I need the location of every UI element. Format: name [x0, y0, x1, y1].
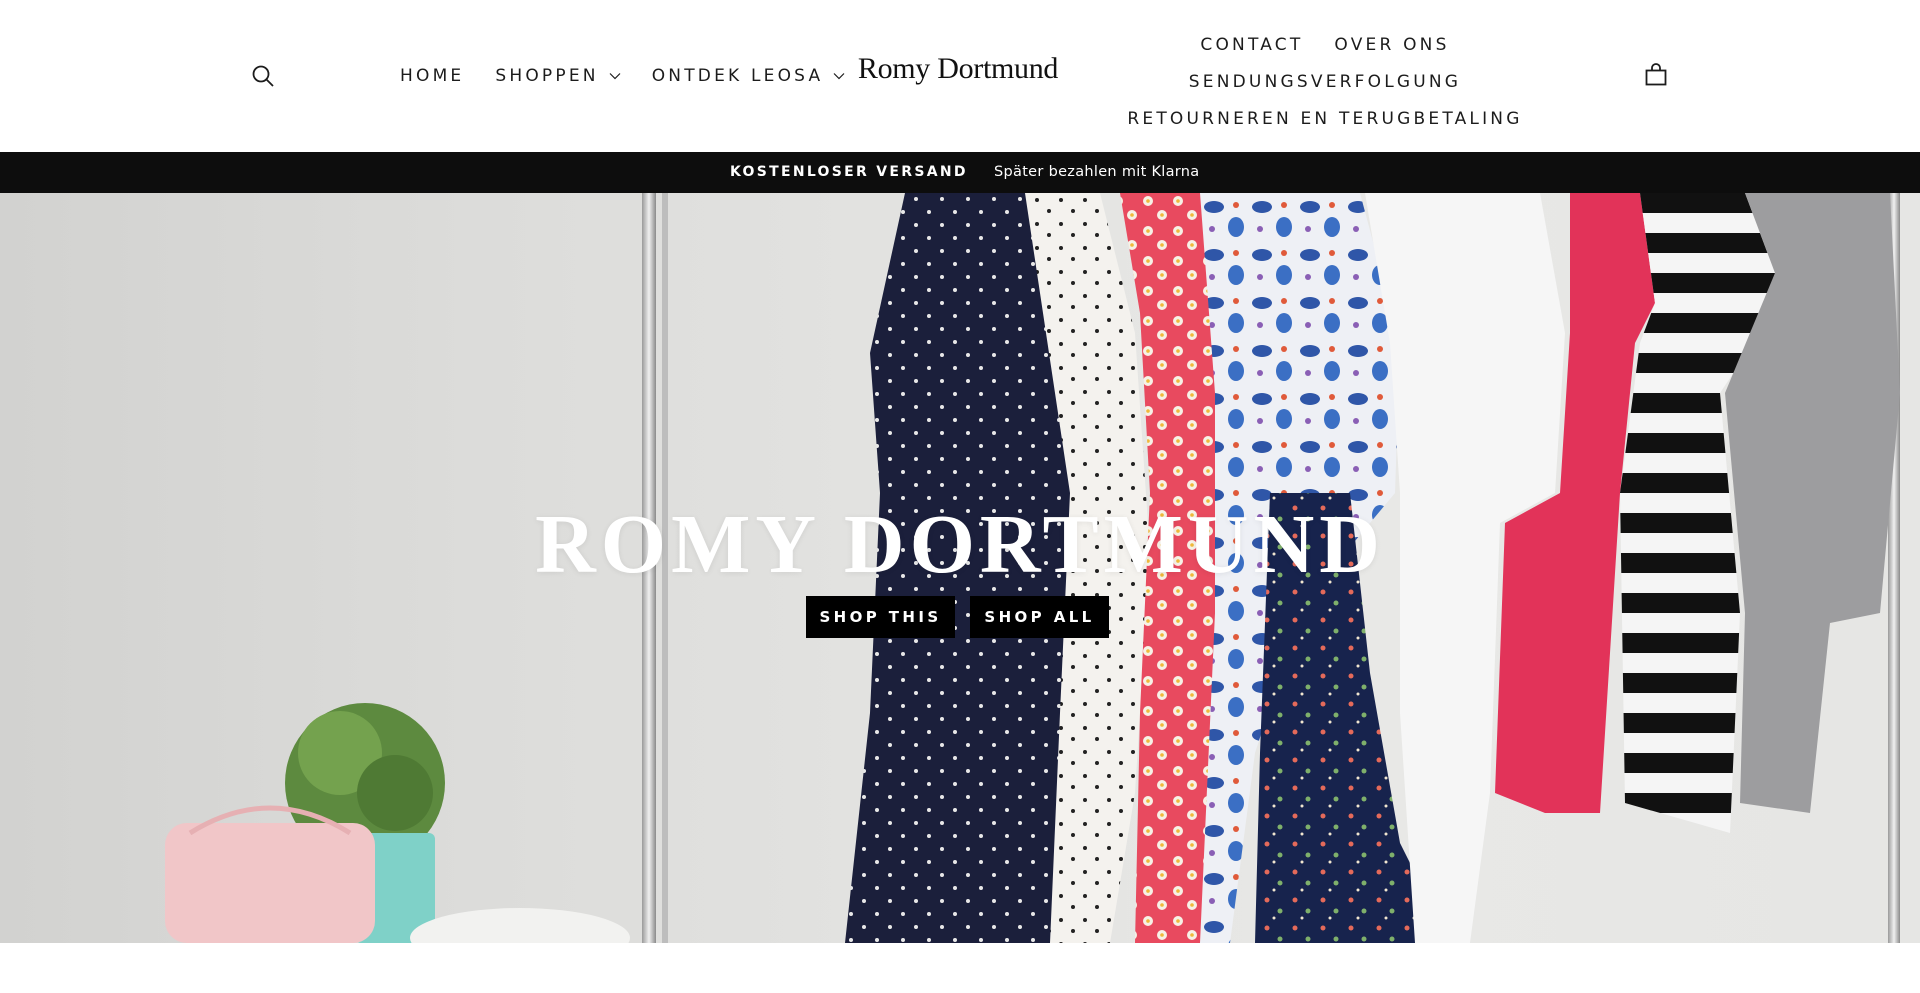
nav-ontdek-leosa[interactable]: ONTDEK LEOSA	[652, 66, 846, 86]
search-icon	[252, 65, 274, 87]
site-logo[interactable]: Romy Dortmund	[852, 52, 1064, 86]
nav-sendungsverfolgung[interactable]: SENDUNGSVERFOLGUNG	[1189, 72, 1461, 92]
nav-retourneren[interactable]: RETOURNEREN EN TERUGBETALING	[1127, 109, 1522, 129]
site-header: HOME SHOPPEN ONTDEK LEOSA Romy Dortmund …	[0, 0, 1920, 152]
secondary-nav-row-2: SENDUNGSVERFOLGUNG	[1100, 63, 1550, 100]
secondary-nav: CONTACT OVER ONS SENDUNGSVERFOLGUNG RETO…	[1100, 26, 1550, 137]
secondary-nav-row-1: CONTACT OVER ONS	[1100, 26, 1550, 63]
secondary-nav-row-3: RETOURNEREN EN TERUGBETALING	[1100, 100, 1550, 137]
shop-this-button[interactable]: SHOP THIS	[806, 596, 955, 638]
chevron-down-icon	[609, 73, 621, 80]
hero-title: ROMY DORTMUND	[535, 498, 1385, 591]
nav-home-label: HOME	[400, 66, 465, 86]
main-nav: HOME SHOPPEN ONTDEK LEOSA	[400, 62, 845, 90]
shopping-bag-icon	[1645, 63, 1667, 86]
search-button[interactable]	[249, 62, 277, 90]
nav-contact[interactable]: CONTACT	[1200, 35, 1303, 55]
chevron-down-icon	[833, 73, 845, 80]
announcement-bar: KOSTENLOSER VERSAND Später bezahlen mit …	[0, 152, 1920, 193]
announcement-klarna: Später bezahlen mit Klarna	[994, 164, 1200, 180]
nav-ontdek-leosa-label: ONTDEK LEOSA	[651, 66, 824, 86]
hero-banner: ROMY DORTMUND SHOP THIS SHOP ALL	[0, 193, 1920, 943]
shop-all-button[interactable]: SHOP ALL	[970, 596, 1109, 638]
nav-over-ons[interactable]: OVER ONS	[1334, 35, 1449, 55]
nav-home[interactable]: HOME	[400, 66, 464, 86]
announcement-free-shipping: KOSTENLOSER VERSAND	[730, 164, 968, 180]
nav-shoppen[interactable]: SHOPPEN	[495, 66, 621, 86]
nav-shoppen-label: SHOPPEN	[495, 66, 599, 86]
cart-button[interactable]	[1641, 60, 1671, 90]
